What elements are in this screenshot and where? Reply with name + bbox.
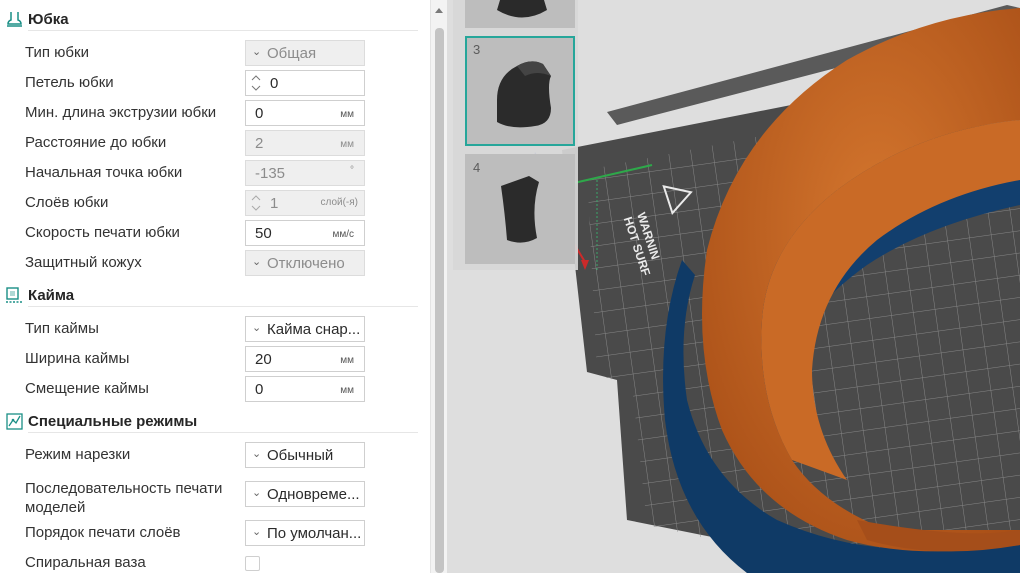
setting-label: Защитный кожух <box>25 254 142 271</box>
plate-model-preview <box>497 61 551 128</box>
section-divider <box>28 432 418 433</box>
setting-row-brim-offset: Смещение каймы 0 мм <box>0 376 424 406</box>
section-header-brim[interactable]: Кайма <box>0 284 424 308</box>
chevron-down-icon: ⌄ <box>252 526 262 538</box>
skirt-distance-input[interactable]: 2 мм <box>245 130 365 156</box>
setting-row-skirt-layers: Слоёв юбки 1 слой(-я) <box>0 190 424 220</box>
skirt-icon <box>7 12 22 27</box>
draft-shield-select[interactable]: ⌄ Отключено <box>245 250 365 276</box>
scrollbar-thumb[interactable] <box>435 28 444 573</box>
chevron-down-icon: ⌄ <box>252 256 262 268</box>
settings-scrollbar[interactable] <box>430 0 447 573</box>
chevron-down-icon: ⌄ <box>252 448 262 460</box>
select-value: Обычный <box>267 447 334 464</box>
setting-label: Смещение каймы <box>25 380 149 397</box>
unit-label: мм <box>340 139 354 150</box>
setting-label: Мин. длина экструзии юбки <box>25 104 217 121</box>
skirt-start-point-input[interactable]: -135 ° <box>245 160 365 186</box>
input-value: 2 <box>255 135 264 152</box>
setting-label: Ширина каймы <box>25 350 130 367</box>
brim-type-select[interactable]: ⌄ Кайма снар... <box>245 316 365 342</box>
plate-model-preview <box>497 0 547 18</box>
unit-label: мм/с <box>332 229 354 240</box>
skirt-loops-input[interactable]: 0 <box>245 70 365 96</box>
scroll-up-arrow-icon[interactable] <box>435 8 443 13</box>
setting-label: Скорость печати юбки <box>25 224 180 241</box>
skirt-speed-input[interactable]: 50 мм/с <box>245 220 365 246</box>
section-header-special-modes[interactable]: Специальные режимы <box>0 410 424 434</box>
section-divider <box>28 30 418 31</box>
setting-label: Тип каймы <box>25 320 99 337</box>
input-value: -135 <box>255 165 286 182</box>
spiral-vase-checkbox[interactable] <box>245 556 260 571</box>
chevron-down-icon: ⌄ <box>252 46 262 58</box>
section-divider <box>28 306 418 307</box>
skirt-type-select[interactable]: ⌄ Общая <box>245 40 365 66</box>
3d-viewport[interactable]: WARNIN HOT SURF 3 4 <box>447 0 1020 573</box>
input-value: 0 <box>270 75 279 92</box>
setting-row-skirt-type: Тип юбки ⌄ Общая <box>0 40 424 70</box>
setting-row-draft-shield: Защитный кожух ⌄ Отключено <box>0 250 424 280</box>
skirt-min-extrusion-input[interactable]: 0 мм <box>245 100 365 126</box>
setting-label: Слоёв юбки <box>25 194 109 211</box>
unit-label: слой(-я) <box>320 197 359 208</box>
spinner-arrows-icon[interactable] <box>251 73 261 93</box>
setting-label: Расстояние до юбки <box>25 134 167 151</box>
spinner-arrows-icon[interactable] <box>251 193 261 213</box>
plate-model-preview <box>501 176 539 243</box>
plate-thumbnail-4[interactable]: 4 <box>465 154 575 264</box>
section-title: Юбка <box>28 11 69 28</box>
section-title: Специальные режимы <box>28 413 198 430</box>
input-value: 1 <box>270 195 279 212</box>
settings-panel: Юбка Тип юбки ⌄ Общая Петель юбки 0 Мин.… <box>0 0 430 573</box>
setting-row-skirt-distance: Расстояние до юбки 2 мм <box>0 130 424 160</box>
input-value: 0 <box>255 381 264 398</box>
setting-row-brim-type: Тип каймы ⌄ Кайма снар... <box>0 316 424 346</box>
setting-row-skirt-speed: Скорость печати юбки 50 мм/с <box>0 220 424 250</box>
setting-label: Спиральная ваза <box>25 554 146 571</box>
skirt-layers-input[interactable]: 1 слой(-я) <box>245 190 365 216</box>
select-value: Отключено <box>267 255 345 272</box>
chevron-down-icon: ⌄ <box>252 322 262 334</box>
setting-label: Порядок печати слоёв <box>25 524 181 541</box>
setting-label: Начальная точка юбки <box>25 164 183 181</box>
setting-row-brim-width: Ширина каймы 20 мм <box>0 346 424 376</box>
select-value: Общая <box>267 45 317 62</box>
setting-row-layer-order: Порядок печати слоёв ⌄ По умолчан... <box>0 520 424 550</box>
layer-order-select[interactable]: ⌄ По умолчан... <box>245 520 365 546</box>
plate-thumbnail-2[interactable] <box>465 0 575 28</box>
select-value: Одновреме... <box>267 486 360 503</box>
plate-thumbnail-3[interactable]: 3 <box>465 36 575 146</box>
plate-list: 3 4 <box>453 0 578 270</box>
brim-offset-input[interactable]: 0 мм <box>245 376 365 402</box>
input-value: 0 <box>255 105 264 122</box>
setting-row-skirt-loops: Петель юбки 0 <box>0 70 424 100</box>
chevron-down-icon: ⌄ <box>252 487 262 499</box>
unit-label: мм <box>340 385 354 396</box>
select-value: По умолчан... <box>267 525 362 542</box>
section-title: Кайма <box>28 287 75 304</box>
setting-row-skirt-min-extrusion: Мин. длина экструзии юбки 0 мм <box>0 100 424 130</box>
setting-label: Последовательность печати моделей <box>25 480 223 516</box>
setting-row-spiral-vase: Спиральная ваза <box>0 550 424 573</box>
special-mode-icon <box>6 413 23 430</box>
brim-width-input[interactable]: 20 мм <box>245 346 365 372</box>
input-value: 20 <box>255 351 272 368</box>
setting-label: Тип юбки <box>25 44 89 61</box>
input-value: 50 <box>255 225 272 242</box>
section-header-skirt[interactable]: Юбка <box>0 8 424 32</box>
slicing-mode-select[interactable]: ⌄ Обычный <box>245 442 365 468</box>
setting-row-skirt-start-point: Начальная точка юбки -135 ° <box>0 160 424 190</box>
select-value: Кайма снар... <box>267 321 361 338</box>
setting-row-slicing-mode: Режим нарезки ⌄ Обычный <box>0 442 424 472</box>
setting-label: Режим нарезки <box>25 446 131 463</box>
setting-row-print-sequence: Последовательность печати моделей ⌄ Одно… <box>0 480 424 516</box>
unit-label: мм <box>340 109 354 120</box>
setting-label: Петель юбки <box>25 74 114 91</box>
print-sequence-select[interactable]: ⌄ Одновреме... <box>245 481 365 507</box>
unit-label: мм <box>340 355 354 366</box>
unit-label: ° <box>350 165 354 176</box>
brim-icon <box>6 287 23 303</box>
